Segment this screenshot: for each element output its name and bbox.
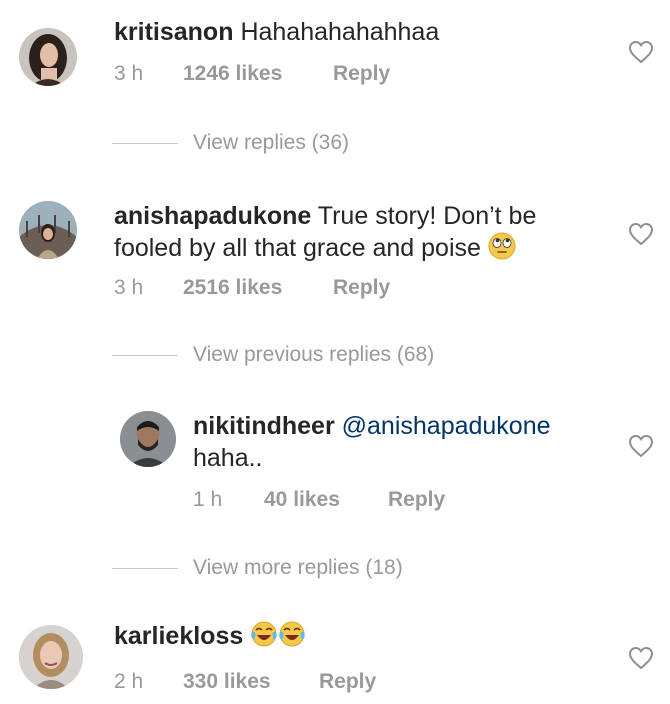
username[interactable]: karliekloss: [114, 622, 243, 650]
avatar[interactable]: [19, 625, 83, 689]
comment-body: haha..: [193, 444, 263, 472]
view-replies-link[interactable]: View replies (36): [193, 131, 349, 155]
face-with-tears-of-joy-icon: [250, 620, 278, 648]
likes-count[interactable]: 1246 likes: [183, 62, 282, 86]
likes-count[interactable]: 40 likes: [264, 488, 340, 512]
comment-meta: 1 h 40 likes Reply: [193, 488, 593, 514]
replies-divider: [112, 143, 178, 144]
replies-divider: [112, 568, 178, 569]
timestamp[interactable]: 3 h: [114, 62, 143, 86]
reply-button[interactable]: Reply: [319, 670, 376, 694]
comment-anishapadukone: anishapadukone True story! Don’t be fool…: [0, 190, 670, 320]
reply-button[interactable]: Reply: [333, 62, 390, 86]
timestamp[interactable]: 3 h: [114, 276, 143, 300]
reply-nikitindheer: nikitindheer @anishapadukone haha.. 1 h …: [0, 400, 670, 530]
comment-meta: 3 h 1246 likes Reply: [114, 62, 514, 88]
face-with-tears-of-joy-icon: [278, 620, 306, 648]
reply-button[interactable]: Reply: [388, 488, 445, 512]
replies-divider: [112, 355, 178, 356]
heart-outline-icon[interactable]: [628, 40, 654, 64]
comment-text: nikitindheer @anishapadukone haha..: [193, 410, 603, 474]
timestamp[interactable]: 2 h: [114, 670, 143, 694]
timestamp[interactable]: 1 h: [193, 488, 222, 512]
username[interactable]: nikitindheer: [193, 412, 335, 440]
username[interactable]: anishapadukone: [114, 202, 311, 230]
avatar[interactable]: [120, 411, 176, 467]
avatar[interactable]: [19, 201, 77, 259]
heart-outline-icon[interactable]: [628, 222, 654, 246]
comment-meta: 2 h 330 likes Reply: [114, 670, 514, 696]
heart-outline-icon[interactable]: [628, 646, 654, 670]
likes-count[interactable]: 2516 likes: [183, 276, 282, 300]
likes-count[interactable]: 330 likes: [183, 670, 271, 694]
comment-karliekloss: karliekloss 2 h 330 likes Reply: [0, 610, 670, 704]
comment-text: karliekloss: [114, 620, 306, 652]
comment-kritisanon: kritisanon Hahahahahahhaa 3 h 1246 likes…: [0, 0, 670, 110]
view-more-replies-link[interactable]: View more replies (18): [193, 556, 403, 580]
comment-meta: 3 h 2516 likes Reply: [114, 276, 514, 302]
comment-text: anishapadukone True story! Don’t be fool…: [114, 200, 574, 264]
mention-link[interactable]: @anishapadukone: [342, 412, 551, 440]
view-previous-replies-link[interactable]: View previous replies (68): [193, 343, 434, 367]
username[interactable]: kritisanon: [114, 18, 233, 46]
reply-button[interactable]: Reply: [333, 276, 390, 300]
face-with-rolling-eyes-icon: [488, 232, 516, 260]
comment-body: Hahahahahahhaa: [240, 18, 440, 46]
heart-outline-icon[interactable]: [628, 434, 654, 458]
comment-text: kritisanon Hahahahahahhaa: [114, 16, 439, 48]
avatar[interactable]: [19, 28, 77, 86]
